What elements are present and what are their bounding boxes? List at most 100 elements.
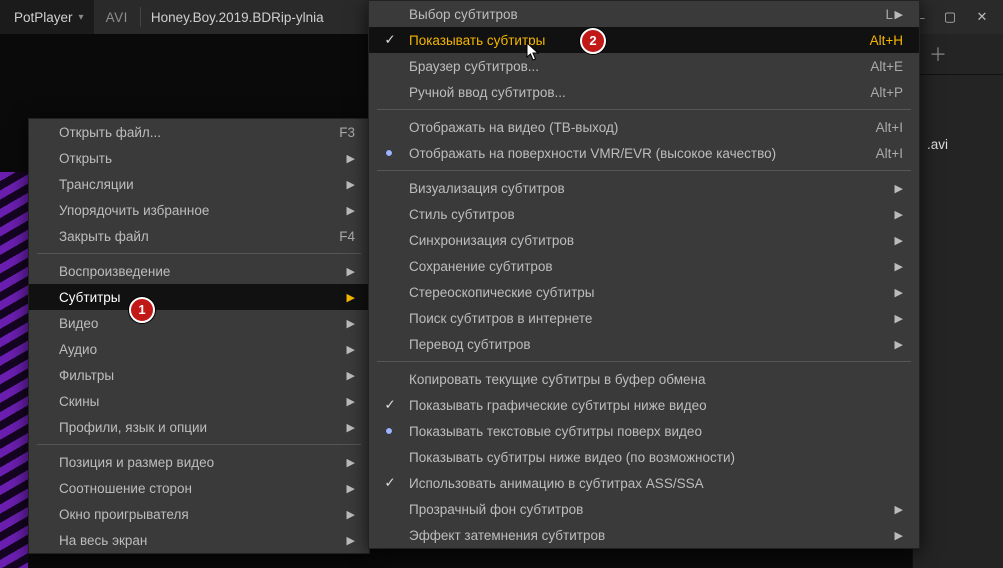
menu-item[interactable]: Браузер субтитров... Alt+E — [369, 53, 919, 79]
callout-badge-2: 2 — [580, 28, 606, 54]
menu-item[interactable]: Синхронизация субтитров▶ — [369, 227, 919, 253]
file-name: Honey.Boy.2019.BDRip-ylnia — [141, 10, 334, 25]
submenu-arrow-icon: ▶ — [893, 234, 903, 247]
menu-item-label: Копировать текущие субтитры в буфер обме… — [409, 372, 903, 387]
menu-item[interactable]: Аудио▶ — [29, 336, 369, 362]
menu-item-label: Окно проигрывателя — [59, 507, 345, 522]
menu-item-label: На весь экран — [59, 533, 345, 548]
menu-item-label: Скины — [59, 394, 345, 409]
submenu-arrow-icon: ▶ — [345, 421, 355, 434]
menu-item[interactable]: Субтитры▶ — [29, 284, 369, 310]
menu-item[interactable]: Стиль субтитров▶ — [369, 201, 919, 227]
submenu-arrow-icon: ▶ — [345, 152, 355, 165]
menu-item-label: Показывать текстовые субтитры поверх вид… — [409, 424, 903, 439]
menu-item-shortcut: L — [885, 7, 893, 22]
menu-item-label: Использовать анимацию в субтитрах ASS/SS… — [409, 476, 903, 491]
menu-item[interactable]: Стереоскопические субтитры▶ — [369, 279, 919, 305]
menu-item-label: Воспроизведение — [59, 264, 345, 279]
side-tab-label[interactable]: .avi — [927, 137, 1003, 152]
menu-item[interactable]: Профили, язык и опции▶ — [29, 414, 369, 440]
menu-item[interactable]: Скины▶ — [29, 388, 369, 414]
submenu-arrow-icon: ▶ — [345, 178, 355, 191]
submenu-arrow-icon: ▶ — [345, 482, 355, 495]
maximize-button[interactable]: ▢ — [943, 10, 957, 24]
menu-item[interactable]: Перевод субтитров▶ — [369, 331, 919, 357]
menu-item[interactable]: ✓ Использовать анимацию в субтитрах ASS/S… — [369, 470, 919, 496]
app-menu-button[interactable]: PotPlayer ▾ — [0, 0, 94, 34]
check-icon: ✓ — [383, 475, 397, 491]
decorative-stripes — [0, 172, 28, 568]
menu-item[interactable]: Трансляции▶ — [29, 171, 369, 197]
separator — [377, 109, 911, 110]
menu-item-label: Отображать на видео (ТВ-выход) — [409, 120, 868, 135]
menu-item[interactable]: Поиск субтитров в интернете▶ — [369, 305, 919, 331]
menu-item-label: Аудио — [59, 342, 345, 357]
menu-item-label: Визуализация субтитров — [409, 181, 893, 196]
submenu-arrow-icon: ▶ — [345, 456, 355, 469]
submenu-arrow-icon: ▶ — [893, 312, 903, 325]
menu-item[interactable]: Показывать текстовые субтитры поверх вид… — [369, 418, 919, 444]
menu-item[interactable]: Отображать на видео (ТВ-выход) Alt+I — [369, 114, 919, 140]
submenu-arrow-icon: ▶ — [893, 182, 903, 195]
menu-item[interactable]: Окно проигрывателя▶ — [29, 501, 369, 527]
menu-item-label: Фильтры — [59, 368, 345, 383]
separator — [37, 444, 361, 445]
submenu-arrow-icon: ▶ — [893, 503, 903, 516]
menu-item[interactable]: Копировать текущие субтитры в буфер обме… — [369, 366, 919, 392]
menu-item-label: Открыть — [59, 151, 345, 166]
format-label: AVI — [94, 10, 140, 25]
menu-item-label: Синхронизация субтитров — [409, 233, 893, 248]
submenu-arrow-icon: ▶ — [893, 8, 903, 21]
menu-item[interactable]: Визуализация субтитров▶ — [369, 175, 919, 201]
menu-item-shortcut: Alt+E — [870, 59, 903, 74]
menu-item[interactable]: Позиция и размер видео▶ — [29, 449, 369, 475]
menu-item-shortcut: F4 — [339, 229, 355, 244]
menu-item-shortcut: Alt+H — [870, 33, 903, 48]
menu-item[interactable]: Видео▶ — [29, 310, 369, 336]
menu-item-label: Упорядочить избранное — [59, 203, 345, 218]
menu-item-label: Браузер субтитров... — [409, 59, 862, 74]
chevron-down-icon: ▾ — [79, 12, 84, 23]
menu-item[interactable]: Воспроизведение▶ — [29, 258, 369, 284]
menu-item[interactable]: Отображать на поверхности VMR/EVR (высок… — [369, 140, 919, 166]
submenu-arrow-icon: ▶ — [893, 260, 903, 273]
submenu-arrow-icon: ▶ — [345, 265, 355, 278]
menu-item-label: Позиция и размер видео — [59, 455, 345, 470]
add-tab-button[interactable]: ＋ — [921, 37, 955, 71]
menu-item-label: Стиль субтитров — [409, 207, 893, 222]
menu-item-label: Поиск субтитров в интернете — [409, 311, 893, 326]
menu-item-label: Прозрачный фон субтитров — [409, 502, 893, 517]
menu-item-shortcut: Alt+I — [876, 120, 903, 135]
menu-item-label: Профили, язык и опции — [59, 420, 345, 435]
menu-item[interactable]: Показывать субтитры ниже видео (по возмо… — [369, 444, 919, 470]
menu-item-shortcut: F3 — [339, 125, 355, 140]
menu-item[interactable]: Сохранение субтитров▶ — [369, 253, 919, 279]
check-icon: ✓ — [383, 32, 397, 48]
submenu-arrow-icon: ▶ — [345, 204, 355, 217]
menu-item[interactable]: Открыть▶ — [29, 145, 369, 171]
submenu-arrow-icon: ▶ — [345, 291, 355, 304]
submenu-arrow-icon: ▶ — [345, 534, 355, 547]
callout-badge-1: 1 — [129, 297, 155, 323]
menu-item[interactable]: Упорядочить избранное▶ — [29, 197, 369, 223]
menu-item[interactable]: На весь экран▶ — [29, 527, 369, 553]
separator — [377, 361, 911, 362]
menu-item[interactable]: Прозрачный фон субтитров▶ — [369, 496, 919, 522]
submenu-arrow-icon: ▶ — [345, 508, 355, 521]
menu-item-label: Трансляции — [59, 177, 345, 192]
menu-item[interactable]: Соотношение сторон▶ — [29, 475, 369, 501]
context-menu[interactable]: Открыть файл...F3Открыть▶Трансляции▶Упор… — [28, 118, 370, 554]
menu-item[interactable]: Выбор субтитровL▶ — [369, 1, 919, 27]
radio-icon — [385, 149, 393, 157]
menu-item-label: Субтитры — [59, 290, 345, 305]
close-button[interactable]: ✕ — [975, 10, 989, 24]
menu-item[interactable]: Ручной ввод субтитров...Alt+P — [369, 79, 919, 105]
menu-item[interactable]: Закрыть файлF4 — [29, 223, 369, 249]
menu-item[interactable]: ✓Показывать графические субтитры ниже ви… — [369, 392, 919, 418]
menu-item[interactable]: Фильтры▶ — [29, 362, 369, 388]
separator — [377, 170, 911, 171]
menu-item[interactable]: ✓Показывать субтитрыAlt+H — [369, 27, 919, 53]
menu-item[interactable]: Эффект затемнения субтитров▶ — [369, 522, 919, 548]
menu-item[interactable]: Открыть файл...F3 — [29, 119, 369, 145]
subtitles-submenu[interactable]: Выбор субтитровL▶✓Показывать субтитрыAlt… — [368, 0, 920, 549]
